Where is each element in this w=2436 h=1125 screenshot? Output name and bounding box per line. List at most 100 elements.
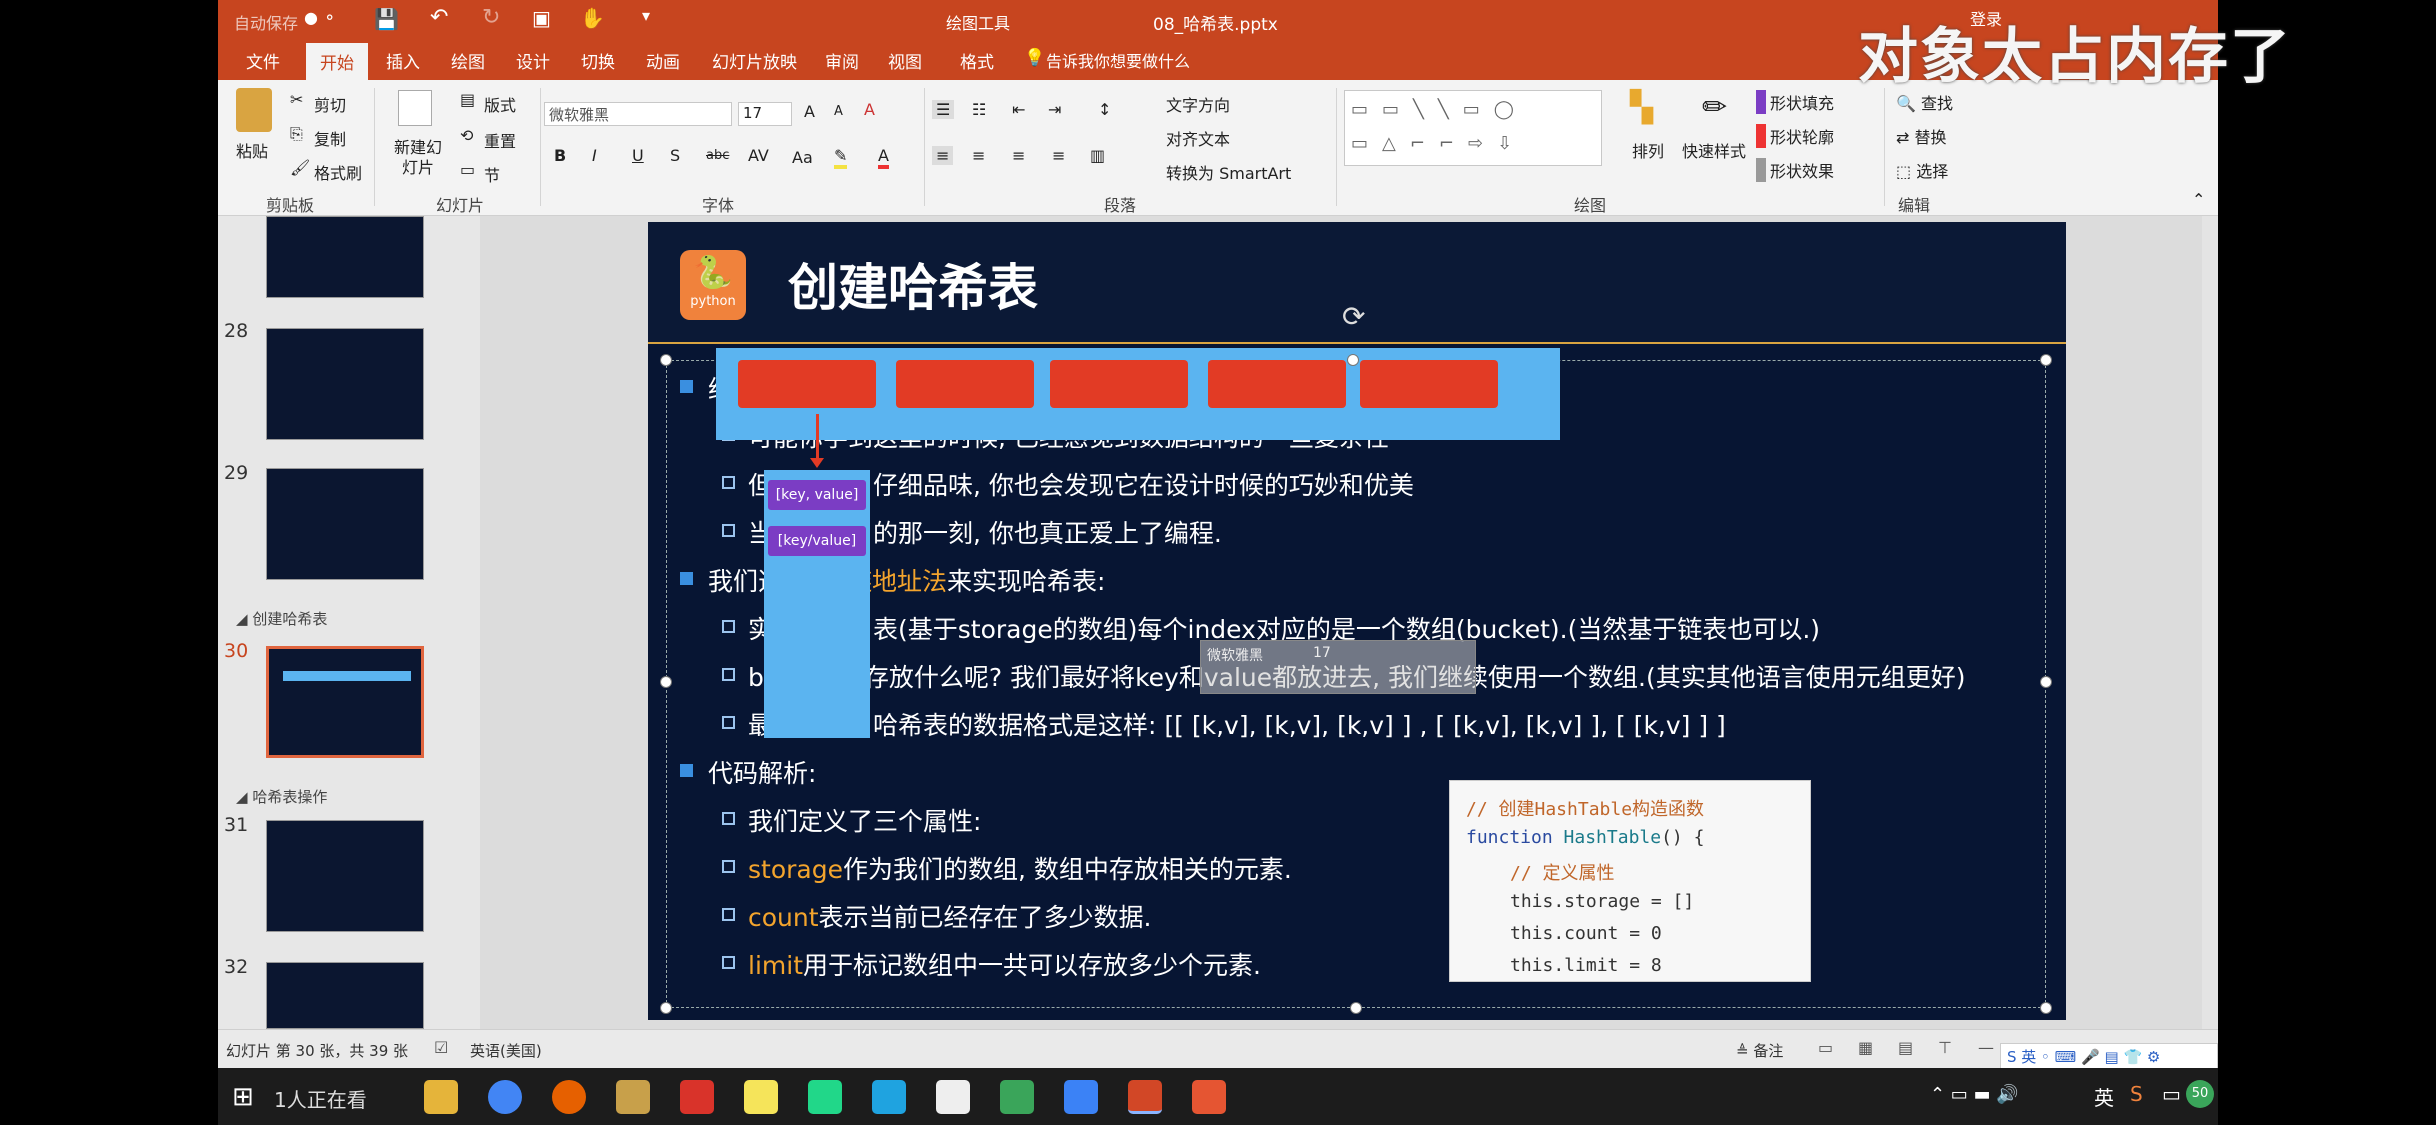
align-center-icon[interactable]: ≡ xyxy=(972,146,985,165)
cut-icon[interactable]: ✂ xyxy=(290,90,303,109)
rotate-handle-icon[interactable]: ⟳ xyxy=(1342,300,1365,333)
tab-format[interactable]: 格式 xyxy=(960,48,994,73)
slide-thumbnail[interactable] xyxy=(266,328,424,440)
slide-canvas[interactable]: 🐍 python 创建哈希表 经 可能你学到这里的时候, 已经感觉到数据结构的一… xyxy=(648,222,2066,1020)
align-text-button[interactable]: 对齐文本 xyxy=(1166,126,1230,150)
tab-review[interactable]: 审阅 xyxy=(825,48,859,73)
webstorm-icon[interactable] xyxy=(872,1080,906,1114)
autosave-toggle[interactable]: ● ⚬ xyxy=(304,8,336,27)
decrease-font-icon[interactable]: A xyxy=(834,104,843,119)
resize-handle[interactable] xyxy=(660,354,672,366)
shape-effects-button[interactable]: 形状效果 xyxy=(1756,158,1834,182)
customize-qat-icon[interactable]: ▾ xyxy=(642,6,650,25)
camtasia-icon[interactable] xyxy=(1000,1080,1034,1114)
firefox-icon[interactable] xyxy=(552,1080,586,1114)
clear-format-icon[interactable]: A xyxy=(864,100,875,119)
tab-design[interactable]: 设计 xyxy=(516,48,550,73)
mini-size-select[interactable]: 17 xyxy=(1313,645,1331,661)
vertical-scrollbar[interactable] xyxy=(2202,216,2218,1029)
section-header[interactable]: ◢ 哈希表操作 xyxy=(236,786,327,807)
tray-display-icon[interactable]: ▭ xyxy=(2162,1082,2181,1106)
select-button[interactable]: ⬚ 选择 xyxy=(1896,158,1948,182)
save-icon[interactable]: 💾 xyxy=(374,7,399,31)
mini-toolbar[interactable]: 微软雅黑 17 xyxy=(1200,640,1476,694)
storage-array-shape[interactable] xyxy=(716,348,1560,440)
zoom-slider[interactable]: — xyxy=(1978,1038,1994,1057)
tray-sogou-icon[interactable]: S xyxy=(2130,1082,2143,1106)
autosave-label[interactable]: 自动保存 xyxy=(234,10,298,34)
slide-thumbnail[interactable] xyxy=(266,820,424,932)
align-right-icon[interactable]: ≡ xyxy=(1012,146,1025,165)
new-slide-button[interactable]: 新建幻灯片 xyxy=(388,138,448,178)
char-spacing-icon[interactable]: AV xyxy=(748,146,769,165)
mini-font-select[interactable]: 微软雅黑 xyxy=(1207,645,1263,665)
arrange-icon[interactable]: ▚ xyxy=(1630,90,1653,125)
resize-handle[interactable] xyxy=(660,1002,672,1014)
tab-slideshow[interactable]: 幻灯片放映 xyxy=(712,48,797,73)
slide-thumbnail[interactable] xyxy=(266,468,424,580)
change-case-icon[interactable]: Aa xyxy=(792,148,813,167)
undo-icon[interactable]: ↶ xyxy=(430,5,448,30)
shadow-icon[interactable]: S xyxy=(670,146,680,165)
tool-icon[interactable] xyxy=(616,1080,650,1114)
spellcheck-icon[interactable]: ☑ xyxy=(434,1038,448,1057)
highlight-icon[interactable]: ✎ xyxy=(834,146,848,169)
resize-handle[interactable] xyxy=(2040,1002,2052,1014)
convert-smartart-button[interactable]: 转换为 SmartArt xyxy=(1166,160,1291,184)
resize-handle[interactable] xyxy=(1347,354,1359,366)
tray-icons[interactable]: ⌃ ▭ ▬ 🔊 xyxy=(1930,1084,2019,1105)
tab-view[interactable]: 视图 xyxy=(888,48,922,73)
quick-styles-button[interactable]: 快速样式 xyxy=(1682,138,1746,162)
youdao-icon[interactable] xyxy=(680,1080,714,1114)
slide-thumbnail-current[interactable] xyxy=(266,646,424,758)
layout-button[interactable]: 版式 xyxy=(484,92,516,116)
italic-icon[interactable]: I xyxy=(592,146,597,165)
shape-outline-button[interactable]: 形状轮廓 xyxy=(1756,124,1834,148)
columns-icon[interactable]: ▥ xyxy=(1090,146,1105,165)
tab-insert[interactable]: 插入 xyxy=(386,48,420,73)
slide-thumbnail[interactable] xyxy=(266,216,424,298)
start-icon[interactable]: ⊞ xyxy=(232,1082,254,1112)
resize-handle[interactable] xyxy=(1350,1002,1362,1014)
tray-language[interactable]: 英 xyxy=(2094,1082,2114,1111)
format-painter-icon[interactable]: 🖌 xyxy=(290,158,310,177)
bold-icon[interactable]: B xyxy=(554,146,566,165)
font-color-icon[interactable]: A xyxy=(878,146,889,169)
notification-badge[interactable]: 50 xyxy=(2186,1080,2214,1108)
increase-font-icon[interactable]: A xyxy=(804,102,815,121)
new-slide-icon[interactable] xyxy=(398,90,432,126)
font-name-select[interactable]: 微软雅黑 xyxy=(544,102,732,126)
replace-button[interactable]: ⇄ 替换 xyxy=(1896,124,1947,148)
slide-thumbnail-panel[interactable]: 28 29 ◢ 创建哈希表 30 ◢ 哈希表操作 31 32 xyxy=(218,216,480,1029)
align-left-icon[interactable]: ≡ xyxy=(932,146,954,165)
touch-mode-icon[interactable]: ✋ xyxy=(580,6,605,30)
numbering-icon[interactable]: ☷ xyxy=(972,100,986,119)
strikethrough-icon[interactable]: abc xyxy=(706,148,729,163)
paste-button[interactable]: 粘贴 xyxy=(236,138,268,162)
tab-draw[interactable]: 绘图 xyxy=(451,48,485,73)
resize-handle[interactable] xyxy=(660,676,672,688)
copy-button[interactable]: 复制 xyxy=(314,126,346,150)
shape-fill-button[interactable]: 形状填充 xyxy=(1756,90,1834,114)
quick-styles-icon[interactable]: ✏ xyxy=(1702,90,1727,125)
normal-view-icon[interactable]: ▭ xyxy=(1818,1038,1833,1057)
layout-icon[interactable]: ▤ xyxy=(460,90,475,109)
resize-handle[interactable] xyxy=(2040,354,2052,366)
section-header[interactable]: ◢ 创建哈希表 xyxy=(236,608,327,629)
bullets-icon[interactable]: ☰ xyxy=(932,100,955,119)
shape-gallery[interactable]: ▭▭╲╲▭◯ ▭△⌐⌐⇨⇩ xyxy=(1344,90,1602,166)
section-icon[interactable]: ▭ xyxy=(460,160,475,179)
slide-thumbnail[interactable] xyxy=(266,962,424,1029)
feishu-icon[interactable] xyxy=(1064,1080,1098,1114)
arrange-button[interactable]: 排列 xyxy=(1632,138,1664,162)
justify-icon[interactable]: ≡ xyxy=(1052,146,1065,165)
language-indicator[interactable]: 英语(美国) xyxy=(470,1040,542,1061)
redo-icon[interactable]: ↻ xyxy=(482,5,500,30)
ime-toolbar[interactable]: S 英 ◦ ⌨ 🎤 ▤ 👕 ⚙ xyxy=(2000,1043,2218,1069)
reading-view-icon[interactable]: ▤ xyxy=(1898,1038,1913,1057)
font-size-select[interactable]: 17 xyxy=(738,102,792,126)
text-direction-button[interactable]: 文字方向 xyxy=(1166,92,1230,116)
decrease-indent-icon[interactable]: ⇤ xyxy=(1012,100,1025,119)
section-button[interactable]: 节 xyxy=(484,162,500,186)
present-icon[interactable]: ▣ xyxy=(532,6,551,30)
